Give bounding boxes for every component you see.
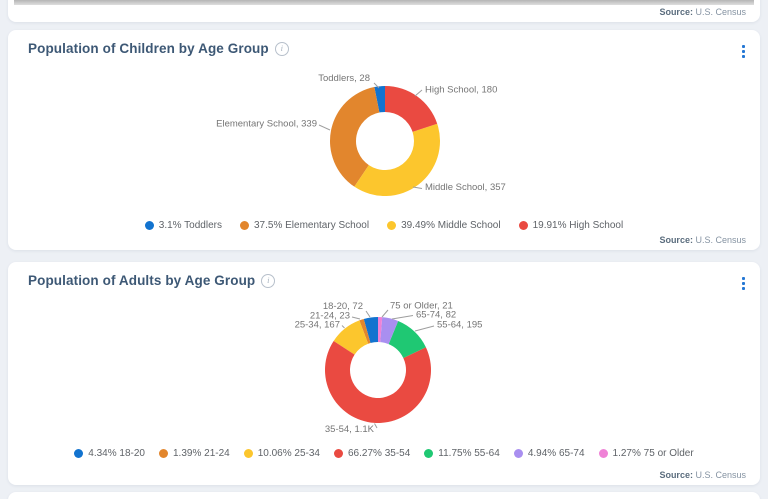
source-note: Source: U.S. Census <box>659 7 746 17</box>
legend-dot <box>513 449 523 458</box>
source-note: Source: U.S. Census <box>659 470 746 480</box>
legend-dot <box>74 449 84 458</box>
chart-legend: 4.34% 18-20 1.39% 21-24 10.06% 25-34 66.27%… <box>8 448 760 459</box>
legend-dot <box>243 449 253 458</box>
legend-dot <box>424 449 434 458</box>
source-value: U.S. Census <box>695 7 746 17</box>
slice-callout-35-54: 35-54, 1.1K <box>325 424 375 435</box>
callout-connector <box>341 325 345 329</box>
callout-connector <box>365 310 371 318</box>
callout-connector <box>412 186 423 189</box>
legend-label: 3.1% Toddlers <box>158 220 222 231</box>
callout-connector <box>351 316 361 320</box>
source-value: U.S. Census <box>695 235 746 245</box>
legend-item-65-74[interactable]: 4.94% 65-74 <box>513 448 585 459</box>
legend-label: 11.75% 55-64 <box>438 448 500 459</box>
legend-dot <box>239 221 249 230</box>
donut-chart-children: Toddlers, 28 Elementary School, 339 Middle… <box>216 73 506 197</box>
legend-label: 19.91% High School <box>532 220 624 231</box>
legend-item-35-54[interactable]: 66.27% 35-54 <box>334 448 410 459</box>
legend-item-middle-school[interactable]: 39.49% Middle School <box>387 220 501 231</box>
slice-callout-high-school: High School, 180 <box>425 85 497 96</box>
scrolled-chart-remnant <box>14 0 754 5</box>
legend-item-high-school[interactable]: 19.91% High School <box>518 220 624 231</box>
legend-label: 4.94% 65-74 <box>527 448 585 459</box>
callout-connector <box>414 89 423 97</box>
slice-callout-55-64: 55-64, 195 <box>437 320 482 331</box>
legend-dot <box>144 221 154 230</box>
legend-label: 1.39% 21-24 <box>173 448 230 459</box>
legend-dot <box>387 221 397 230</box>
legend-item-55-64[interactable]: 11.75% 55-64 <box>424 448 500 459</box>
source-value: U.S. Census <box>695 470 746 480</box>
legend-label: 39.49% Middle School <box>401 220 501 231</box>
slice-callout-25-34: 25-34, 167 <box>295 320 340 331</box>
legend-dot <box>598 449 608 458</box>
legend-item-toddlers[interactable]: 3.1% Toddlers <box>144 220 222 231</box>
legend-item-18-20[interactable]: 4.34% 18-20 <box>74 448 145 459</box>
card-partial-bottom <box>8 492 760 499</box>
callout-connector <box>391 315 414 320</box>
card-children-population: Population of Children by Age Group i To… <box>8 30 760 250</box>
legend-label: 66.27% 35-54 <box>348 448 411 459</box>
slice-callout-middle-school: Middle School, 357 <box>425 182 506 193</box>
slice-callout-elementary-school: Elementary School, 339 <box>216 119 317 130</box>
donut-chart-adults: 18-20, 7221-24, 2325-34, 16735-54, 1.1K5… <box>295 301 483 436</box>
legend-label: 37.5% Elementary School <box>253 220 370 231</box>
slice-35-54[interactable] <box>324 340 431 423</box>
legend-item-21-24[interactable]: 1.39% 21-24 <box>159 448 230 459</box>
legend-dot <box>159 449 168 458</box>
source-label: Source: <box>659 470 693 480</box>
legend-label: 10.06% 25-34 <box>257 448 320 459</box>
callout-connector <box>381 309 389 318</box>
legend-dot <box>334 449 343 458</box>
source-note: Source: U.S. Census <box>659 235 746 245</box>
legend-item-25-34[interactable]: 10.06% 25-34 <box>243 448 320 459</box>
dashboard: Source: U.S. Census Population of Childr… <box>0 0 768 499</box>
chart-legend: 3.1% Toddlers 37.5% Elementary School 39.4… <box>8 220 760 231</box>
legend-item-75-or-older[interactable]: 1.27% 75 or Older <box>598 448 694 459</box>
callout-connector <box>414 325 435 332</box>
source-label: Source: <box>659 235 693 245</box>
card-partial-top: Source: U.S. Census <box>8 0 760 22</box>
callout-connector <box>318 124 331 131</box>
legend-item-elementary-school[interactable]: 37.5% Elementary School <box>239 220 370 231</box>
legend-dot <box>518 221 528 230</box>
source-label: Source: <box>659 7 693 17</box>
slice-callout-75-or-older: 75 or Older, 21 <box>390 301 453 312</box>
slice-callout-toddlers: Toddlers, 28 <box>318 73 370 84</box>
callout-connector <box>374 423 378 429</box>
card-adults-population: Population of Adults by Age Group i 18-2… <box>8 262 760 485</box>
legend-label: 4.34% 18-20 <box>88 448 145 459</box>
legend-label: 1.27% 75 or Older <box>612 448 694 459</box>
